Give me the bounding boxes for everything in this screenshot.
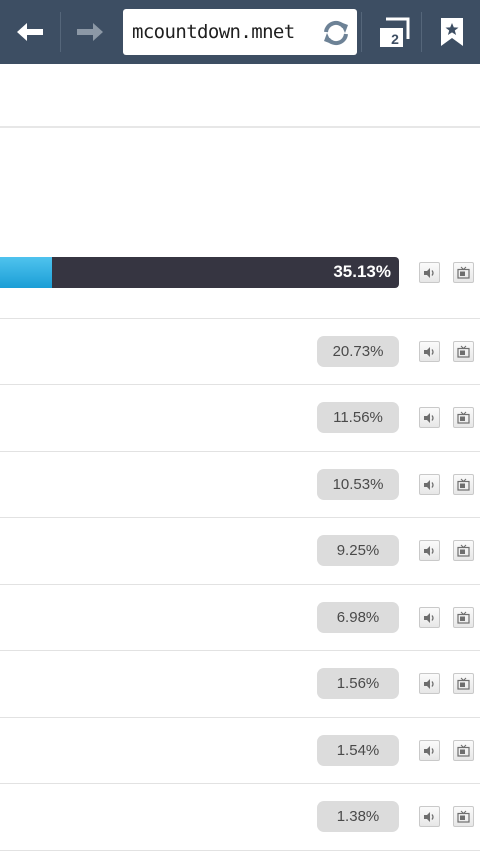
tv-icon — [457, 345, 470, 358]
audio-play-button[interactable] — [419, 407, 440, 428]
audio-play-button[interactable] — [419, 607, 440, 628]
speaker-icon — [424, 612, 434, 623]
back-button[interactable] — [0, 0, 60, 64]
vote-percentage-pill: 1.38% — [317, 801, 399, 832]
tab-count: 2 — [391, 31, 399, 47]
toolbar-separator — [361, 12, 362, 52]
video-play-button[interactable] — [453, 740, 474, 761]
content-divider — [0, 126, 480, 128]
speaker-icon — [424, 745, 434, 756]
vote-percentage-pill: 20.73% — [317, 336, 399, 367]
video-play-button[interactable] — [453, 540, 474, 561]
vote-bar-fill — [0, 257, 53, 288]
vote-percentage-pill: 10.53% — [317, 469, 399, 500]
vote-percentage-pill: 1.56% — [317, 668, 399, 699]
speaker-icon — [424, 346, 434, 357]
address-bar[interactable]: mcountdown.mnet — [123, 9, 357, 55]
vote-percentage: 35.13% — [333, 262, 391, 281]
video-play-button[interactable] — [453, 262, 474, 283]
audio-play-button[interactable] — [419, 540, 440, 561]
video-play-button[interactable] — [453, 341, 474, 362]
bookmark-star-icon — [440, 18, 463, 46]
tv-icon — [457, 744, 470, 757]
bookmark-button[interactable] — [423, 0, 480, 64]
video-play-button[interactable] — [453, 607, 474, 628]
audio-play-button[interactable] — [419, 806, 440, 827]
speaker-icon — [424, 545, 434, 556]
row-divider — [0, 451, 480, 452]
speaker-icon — [424, 267, 434, 278]
tv-icon — [457, 544, 470, 557]
tv-icon — [457, 810, 470, 823]
row-divider — [0, 783, 480, 784]
row-divider — [0, 384, 480, 385]
vote-percentage-pill: 1.54% — [317, 735, 399, 766]
tv-icon — [457, 677, 470, 690]
vote-percentage-pill: 11.56% — [317, 402, 399, 433]
forward-arrow-icon — [77, 23, 103, 41]
row-divider — [0, 517, 480, 518]
vote-bar: 35.13% — [0, 257, 399, 288]
audio-play-button[interactable] — [419, 262, 440, 283]
tv-icon — [457, 411, 470, 424]
video-play-button[interactable] — [453, 474, 474, 495]
row-divider — [0, 318, 480, 319]
audio-play-button[interactable] — [419, 474, 440, 495]
vote-percentage-pill: 9.25% — [317, 535, 399, 566]
vote-percentage-pill: 6.98% — [317, 602, 399, 633]
tabs-button[interactable]: 2 — [364, 0, 420, 64]
video-play-button[interactable] — [453, 806, 474, 827]
audio-play-button[interactable] — [419, 740, 440, 761]
speaker-icon — [424, 479, 434, 490]
row-divider — [0, 584, 480, 585]
video-play-button[interactable] — [453, 673, 474, 694]
browser-toolbar: mcountdown.mnet 2 — [0, 0, 480, 64]
reload-icon[interactable] — [319, 16, 353, 50]
tv-icon — [457, 266, 470, 279]
row-divider — [0, 650, 480, 651]
url-text: mcountdown.mnet — [132, 21, 295, 43]
forward-button[interactable] — [61, 0, 119, 64]
tv-icon — [457, 611, 470, 624]
row-divider — [0, 850, 480, 851]
row-divider — [0, 717, 480, 718]
speaker-icon — [424, 811, 434, 822]
video-play-button[interactable] — [453, 407, 474, 428]
speaker-icon — [424, 678, 434, 689]
audio-play-button[interactable] — [419, 341, 440, 362]
tv-icon — [457, 478, 470, 491]
speaker-icon — [424, 412, 434, 423]
back-arrow-icon — [17, 23, 43, 41]
toolbar-separator — [421, 12, 422, 52]
audio-play-button[interactable] — [419, 673, 440, 694]
